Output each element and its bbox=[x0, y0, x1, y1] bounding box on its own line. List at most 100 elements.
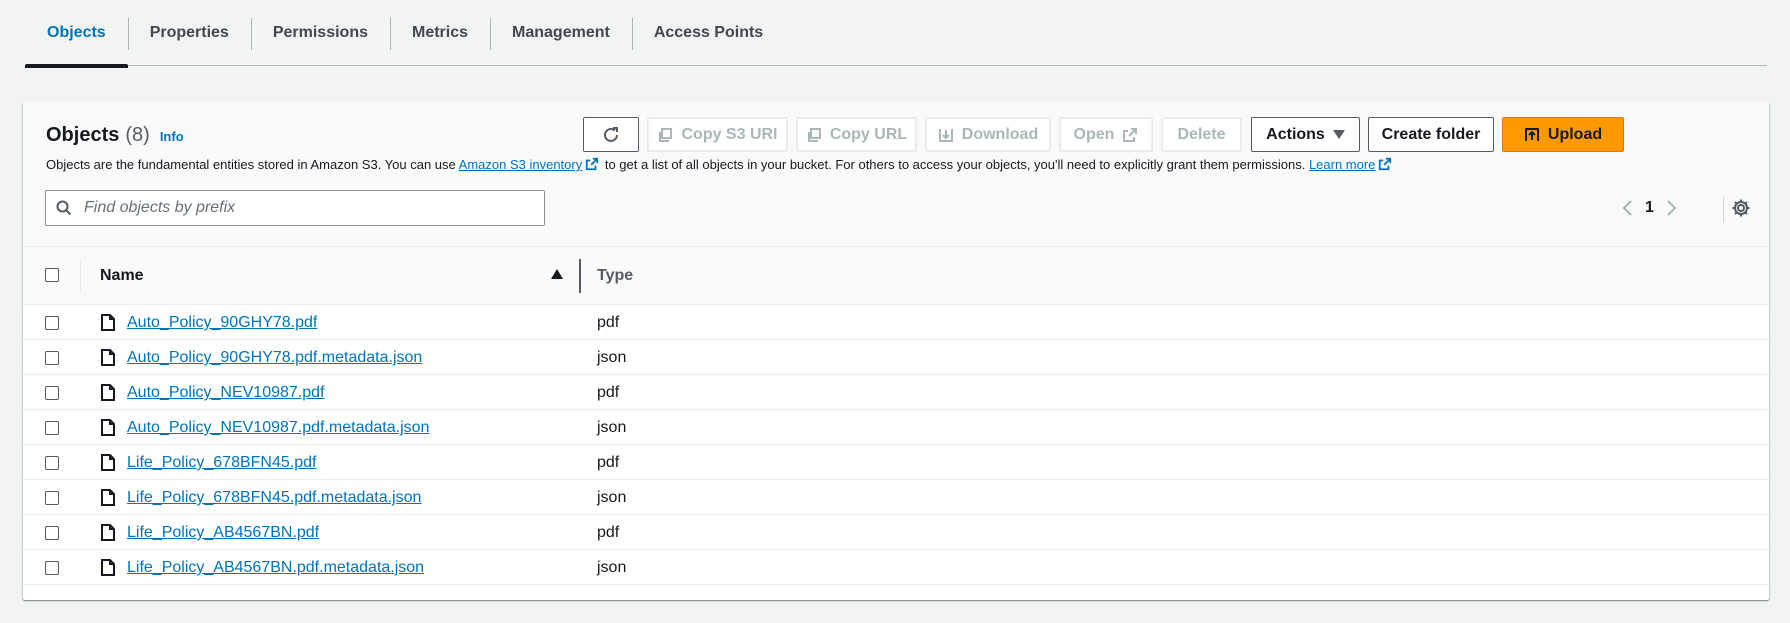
search-input[interactable] bbox=[82, 198, 522, 218]
file-icon bbox=[101, 419, 115, 436]
s3-inventory-link[interactable]: Amazon S3 inventory bbox=[459, 157, 583, 172]
tab-bar: Objects Properties Permissions Metrics M… bbox=[25, 0, 1767, 68]
tab-properties[interactable]: Properties bbox=[127, 0, 251, 66]
tab-objects[interactable]: Objects bbox=[25, 0, 128, 68]
table-row: Auto_Policy_90GHY78.pdf pdf bbox=[23, 305, 1769, 340]
row-checkbox[interactable] bbox=[45, 386, 59, 400]
download-icon bbox=[938, 128, 953, 142]
object-type: json bbox=[597, 419, 627, 436]
file-icon bbox=[101, 524, 115, 541]
file-icon bbox=[101, 384, 115, 401]
object-type: json bbox=[597, 349, 627, 366]
row-checkbox[interactable] bbox=[45, 351, 59, 365]
select-all-checkbox[interactable] bbox=[45, 268, 59, 282]
download-button[interactable]: Download bbox=[925, 117, 1051, 152]
object-name-link[interactable]: Auto_Policy_90GHY78.pdf bbox=[127, 314, 317, 332]
column-resizer[interactable] bbox=[579, 259, 581, 293]
copy-icon bbox=[807, 127, 821, 142]
file-icon bbox=[101, 314, 115, 331]
table-row: Life_Policy_678BFN45.pdf.metadata.json j… bbox=[23, 480, 1769, 515]
table-row: Auto_Policy_NEV10987.pdf pdf bbox=[23, 375, 1769, 410]
tab-management[interactable]: Management bbox=[490, 0, 632, 66]
chevron-right-icon[interactable] bbox=[1666, 199, 1678, 217]
info-link[interactable]: Info bbox=[160, 129, 184, 144]
sort-ascending-icon[interactable] bbox=[551, 269, 563, 279]
file-icon bbox=[101, 349, 115, 366]
object-type: pdf bbox=[597, 524, 620, 541]
row-checkbox[interactable] bbox=[45, 456, 59, 470]
caret-down-icon bbox=[1332, 129, 1345, 139]
download-label: Download bbox=[961, 125, 1039, 143]
learn-more-link[interactable]: Learn more bbox=[1309, 157, 1375, 172]
column-divider bbox=[80, 259, 81, 293]
object-name-link[interactable]: Life_Policy_678BFN45.pdf.metadata.json bbox=[127, 489, 421, 507]
object-name-link[interactable]: Auto_Policy_NEV10987.pdf bbox=[127, 384, 324, 402]
copy-s3-uri-label: Copy S3 URI bbox=[681, 125, 778, 143]
column-header-type[interactable]: Type bbox=[597, 267, 633, 285]
objects-panel-header: Objects (8) Info Objects are the fundame… bbox=[23, 102, 1769, 247]
table-row: Auto_Policy_NEV10987.pdf.metadata.json j… bbox=[23, 410, 1769, 445]
actions-dropdown[interactable]: Actions bbox=[1251, 117, 1360, 152]
panel-description: Objects are the fundamental entities sto… bbox=[46, 157, 1394, 172]
panel-title-row: Objects (8) Info bbox=[46, 124, 184, 147]
file-icon bbox=[101, 489, 115, 506]
open-button[interactable]: Open bbox=[1059, 117, 1153, 152]
pagination-divider bbox=[1723, 196, 1724, 222]
object-type: json bbox=[597, 559, 627, 576]
current-page[interactable]: 1 bbox=[1645, 199, 1654, 217]
external-link-icon bbox=[1379, 157, 1392, 171]
search-box bbox=[45, 190, 545, 226]
external-link-icon bbox=[586, 157, 599, 171]
copy-url-button[interactable]: Copy URL bbox=[796, 117, 917, 152]
table-row: Life_Policy_AB4567BN.pdf.metadata.json j… bbox=[23, 550, 1769, 585]
copy-s3-uri-button[interactable]: Copy S3 URI bbox=[647, 117, 788, 152]
object-name-link[interactable]: Auto_Policy_90GHY78.pdf.metadata.json bbox=[127, 349, 422, 367]
object-type: pdf bbox=[597, 314, 620, 331]
table-body: Auto_Policy_90GHY78.pdf pdf Auto_Policy_… bbox=[23, 305, 1769, 585]
object-count: (8) bbox=[125, 124, 150, 146]
row-checkbox[interactable] bbox=[45, 316, 59, 330]
create-folder-button[interactable]: Create folder bbox=[1368, 117, 1494, 152]
row-checkbox[interactable] bbox=[45, 526, 59, 540]
table-row: Auto_Policy_90GHY78.pdf.metadata.json js… bbox=[23, 340, 1769, 375]
copy-icon bbox=[659, 127, 673, 142]
open-label: Open bbox=[1073, 125, 1115, 143]
row-checkbox[interactable] bbox=[45, 561, 59, 575]
chevron-left-icon[interactable] bbox=[1621, 199, 1633, 217]
create-folder-label: Create folder bbox=[1381, 125, 1481, 143]
row-checkbox[interactable] bbox=[45, 491, 59, 505]
file-icon bbox=[101, 559, 115, 576]
desc-text-2: to get a list of all objects in your buc… bbox=[601, 157, 1309, 172]
gear-icon[interactable] bbox=[1731, 198, 1751, 218]
external-link-icon bbox=[1123, 127, 1138, 142]
object-name-link[interactable]: Life_Policy_678BFN45.pdf bbox=[127, 454, 316, 472]
upload-icon bbox=[1524, 127, 1539, 141]
object-name-link[interactable]: Life_Policy_AB4567BN.pdf bbox=[127, 524, 319, 542]
tab-metrics[interactable]: Metrics bbox=[389, 0, 490, 66]
pagination: 1 bbox=[1621, 194, 1678, 222]
object-type: pdf bbox=[597, 454, 620, 471]
file-icon bbox=[101, 454, 115, 471]
objects-panel: Objects (8) Info Objects are the fundame… bbox=[23, 102, 1769, 600]
upload-button[interactable]: Upload bbox=[1502, 117, 1624, 152]
delete-button[interactable]: Delete bbox=[1161, 117, 1242, 152]
object-name-link[interactable]: Life_Policy_AB4567BN.pdf.metadata.json bbox=[127, 559, 424, 577]
object-type: json bbox=[597, 489, 627, 506]
refresh-icon bbox=[604, 126, 618, 142]
tab-permissions[interactable]: Permissions bbox=[250, 0, 390, 66]
table-header: Name Type bbox=[23, 247, 1769, 305]
row-checkbox[interactable] bbox=[45, 421, 59, 435]
tab-access-points[interactable]: Access Points bbox=[631, 0, 785, 66]
delete-label: Delete bbox=[1177, 125, 1226, 143]
table-row: Life_Policy_AB4567BN.pdf pdf bbox=[23, 515, 1769, 550]
copy-url-label: Copy URL bbox=[829, 125, 908, 143]
panel-title: Objects bbox=[46, 124, 120, 146]
desc-text-1: Objects are the fundamental entities sto… bbox=[46, 157, 459, 172]
upload-label: Upload bbox=[1547, 125, 1603, 143]
object-type: pdf bbox=[597, 384, 620, 401]
refresh-button[interactable] bbox=[583, 117, 639, 152]
object-name-link[interactable]: Auto_Policy_NEV10987.pdf.metadata.json bbox=[127, 419, 429, 437]
table-row: Life_Policy_678BFN45.pdf pdf bbox=[23, 445, 1769, 480]
column-header-name[interactable]: Name bbox=[100, 267, 144, 285]
search-icon bbox=[56, 200, 72, 216]
